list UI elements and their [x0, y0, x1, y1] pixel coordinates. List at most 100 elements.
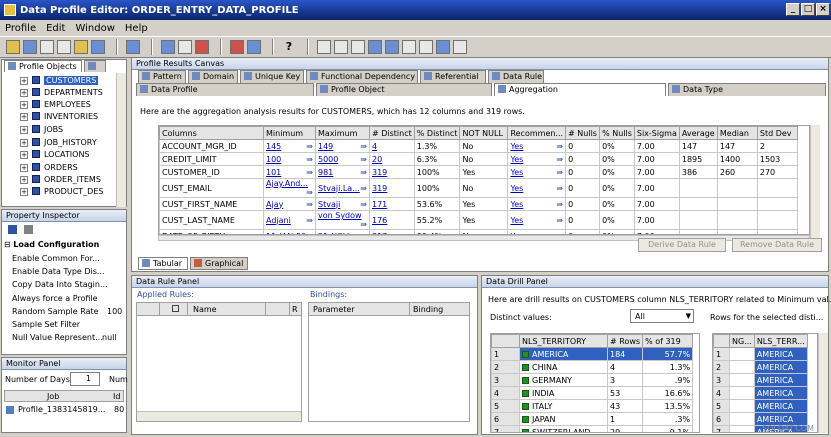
drill-icon[interactable]: ⇛: [360, 155, 367, 164]
rule-icon[interactable]: [230, 40, 244, 54]
tab-aggregation[interactable]: Aggregation: [494, 83, 666, 96]
tab-domain[interactable]: Domain: [188, 70, 238, 83]
prop-row[interactable]: Always force a Profile: [12, 292, 98, 305]
list-item[interactable]: 1 AMERICA: [713, 347, 808, 361]
menu-profile[interactable]: Profile: [0, 23, 41, 34]
split-icon[interactable]: [453, 40, 467, 54]
zoom-out-icon[interactable]: [334, 40, 348, 54]
check-icon[interactable]: [522, 363, 529, 371]
table-cell[interactable]: Yes⇛: [507, 139, 567, 153]
minimize-button[interactable]: _: [786, 3, 800, 16]
table-icon[interactable]: [419, 40, 433, 54]
table-row[interactable]: CREDIT_LIMIT 100 ⇛ 5000 ⇛ 20 6.3% No Yes ⇛ 0 0% 7.00…: [159, 152, 798, 166]
list-item[interactable]: 2 CHINA 4 1.3%: [491, 360, 694, 374]
drill-icon[interactable]: ⇛: [556, 155, 563, 164]
zoom-in-icon[interactable]: [317, 40, 331, 54]
tab-data-rule[interactable]: Data Rule: [488, 70, 544, 83]
table-cell[interactable]: Stvaji.La... ⇛: [315, 178, 370, 198]
drill-icon[interactable]: ⇛: [360, 142, 367, 151]
prop-row[interactable]: Enable Common For...: [12, 252, 100, 265]
export-icon[interactable]: [91, 40, 105, 54]
list-item[interactable]: 3 GERMANY 3.9%: [491, 373, 694, 387]
drill-icon[interactable]: ⇛: [360, 184, 367, 193]
list-item[interactable]: 3 AMERICA: [713, 373, 808, 387]
column-header[interactable]: % Nulls: [599, 126, 635, 140]
table-cell[interactable]: 319: [369, 165, 415, 179]
check-icon[interactable]: [522, 389, 529, 397]
table-cell[interactable]: 176: [369, 210, 415, 230]
check-icon[interactable]: [522, 402, 529, 410]
table-cell[interactable]: 319: [369, 178, 415, 198]
drill-icon[interactable]: ⇛: [556, 142, 563, 151]
open-icon[interactable]: [6, 40, 20, 54]
check-icon[interactable]: [522, 350, 529, 358]
drill-icon[interactable]: ⇛: [306, 200, 313, 209]
column-header[interactable]: Recommen...: [507, 126, 567, 140]
column-header[interactable]: Columns: [159, 126, 264, 140]
list-item[interactable]: 4 AMERICA: [713, 386, 808, 400]
drill-icon[interactable]: ⇛: [306, 142, 313, 151]
grid-icon[interactable]: [402, 40, 416, 54]
tree-item-locations[interactable]: LOCATIONS: [44, 150, 90, 159]
table-cell[interactable]: 149 ⇛: [315, 139, 370, 153]
menu-help[interactable]: Help: [120, 23, 153, 34]
list-item[interactable]: 4 INDIA 53 16.6%: [491, 386, 694, 400]
check-icon[interactable]: [522, 428, 529, 432]
check-icon[interactable]: [522, 376, 529, 384]
profile-icon[interactable]: [126, 40, 140, 54]
table-cell[interactable]: 145 ⇛: [263, 139, 316, 153]
table-cell[interactable]: Adjani ⇛: [263, 210, 316, 230]
prop-row[interactable]: Copy Data Into Stagin...: [12, 278, 108, 291]
table-cell[interactable]: Ajay.And... ⇛: [263, 178, 316, 198]
layout-icon[interactable]: [436, 40, 450, 54]
column-header[interactable]: Maximum: [315, 126, 370, 140]
list-item[interactable]: 6 JAPAN 1.3%: [491, 412, 694, 426]
table-cell[interactable]: 20: [369, 152, 415, 166]
bar-chart-icon[interactable]: [161, 40, 175, 54]
link-icon[interactable]: [178, 40, 192, 54]
drill-icon[interactable]: ⇛: [360, 220, 367, 229]
table-vscrollbar[interactable]: [810, 125, 820, 241]
tree-item-inventories[interactable]: INVENTORIES: [44, 112, 98, 121]
tab-data-type[interactable]: Data Type: [668, 83, 826, 96]
table-cell[interactable]: 981 ⇛: [315, 165, 370, 179]
drill-vscrollbar[interactable]: [818, 333, 828, 433]
zoom-fit-icon[interactable]: [351, 40, 365, 54]
delete-icon[interactable]: [195, 40, 209, 54]
remove-data-rule-button[interactable]: Remove Data Rule: [732, 238, 822, 252]
tab-functional-dependency[interactable]: Functional Dependency: [306, 70, 418, 83]
list-item[interactable]: 7 SWITZERLAND 29 9.1%: [491, 425, 694, 432]
table-row[interactable]: CUSTOMER_ID 101 ⇛ 981 ⇛ 319 100% Yes Yes ⇛ 0 0% 7.00…: [159, 165, 798, 179]
tree-item-job-history[interactable]: JOB_HISTORY: [44, 138, 97, 147]
table-cell[interactable]: Yes⇛: [507, 210, 567, 230]
tree-item-customers[interactable]: CUSTOMERS: [44, 76, 99, 85]
table-cell[interactable]: Yes⇛: [507, 152, 567, 166]
column-header[interactable]: Median: [716, 126, 758, 140]
table-row[interactable]: CUST_LAST_NAME Adjani ⇛ von Sydow ⇛ 176 55.2% Y…: [159, 210, 798, 230]
select-all-checkbox[interactable]: [172, 305, 179, 312]
tree-item-order-items[interactable]: ORDER_ITEMS: [44, 175, 101, 184]
table-cell[interactable]: 100 ⇛: [263, 152, 316, 166]
table-cell[interactable]: Yes⇛: [507, 197, 567, 211]
table-row[interactable]: ACCOUNT_MGR_ID 145 ⇛ 149 ⇛ 4 1.3% No Yes ⇛ 0 0% 7.00…: [159, 139, 798, 153]
refresh-icon[interactable]: [247, 40, 261, 54]
menu-window[interactable]: Window: [70, 23, 119, 34]
properties-icon[interactable]: [40, 40, 54, 54]
column-header[interactable]: # Distinct: [369, 126, 415, 140]
prop-row[interactable]: Null Value Represent... null: [12, 331, 117, 344]
column-header[interactable]: % Distinct: [413, 126, 461, 140]
tree-item-departments[interactable]: DEPARTMENTS: [44, 88, 103, 97]
table-cell[interactable]: Stvaji ⇛: [315, 197, 370, 211]
list-item[interactable]: 1 AMERICA 184 57.7%: [491, 347, 694, 361]
tree-item-jobs[interactable]: JOBS: [44, 125, 63, 134]
help-icon[interactable]: ?: [282, 40, 296, 54]
menu-edit[interactable]: Edit: [41, 23, 70, 34]
tab-referential[interactable]: Referential: [420, 70, 486, 83]
column-header[interactable]: Minimum: [263, 126, 316, 140]
drill-icon[interactable]: ⇛: [306, 216, 313, 225]
check-icon[interactable]: [522, 415, 529, 423]
tab-pattern[interactable]: Pattern: [138, 70, 186, 83]
table-row[interactable]: CUST_EMAIL Ajay.And... ⇛ Stvaji.La... ⇛ 319 10…: [159, 178, 798, 198]
rules-hscrollbar[interactable]: [137, 411, 301, 421]
drill-icon[interactable]: ⇛: [306, 188, 313, 197]
